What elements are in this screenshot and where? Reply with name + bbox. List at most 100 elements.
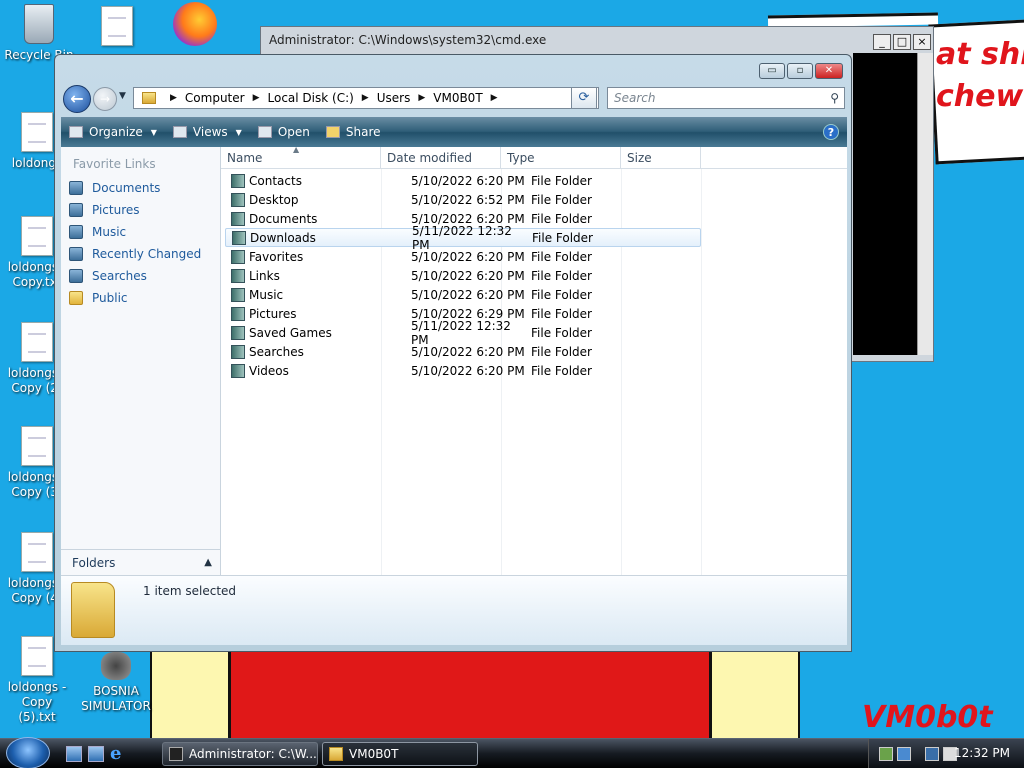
firefox-icon	[173, 2, 217, 46]
help-icon[interactable]: ?	[823, 124, 839, 140]
taskbar-button-explorer[interactable]: VM0B0T	[322, 742, 478, 766]
column-header-name[interactable]: ▲ Name	[221, 145, 381, 169]
folder-icon	[329, 747, 343, 761]
shortcut-icon	[101, 652, 131, 680]
breadcrumb-separator[interactable]: ▶	[491, 93, 498, 103]
device-icon[interactable]	[897, 747, 911, 761]
file-date: 5/10/2022 6:20 PM	[411, 249, 525, 264]
close-button[interactable]: ×	[913, 34, 931, 50]
text-file-icon	[21, 426, 53, 466]
breadcrumb-local-disk[interactable]: Local Disk (C:)	[268, 91, 354, 105]
table-row[interactable]: Desktop 5/10/2022 6:52 PM File Folder	[225, 190, 701, 209]
table-row[interactable]: Downloads 5/11/2022 12:32 PM File Folder	[225, 224, 701, 252]
nav-item-label: Pictures	[92, 203, 140, 217]
text-file-icon	[21, 216, 53, 256]
text-file-icon	[21, 636, 53, 676]
share-button[interactable]: Share	[318, 117, 389, 147]
nav-item-searches[interactable]: Searches	[69, 269, 147, 283]
arrow-left-icon: ←	[70, 89, 84, 108]
breadcrumb-separator[interactable]: ▶	[253, 93, 260, 103]
back-button[interactable]: ←	[63, 85, 91, 113]
network-status-icon[interactable]	[925, 747, 939, 761]
share-label: Share	[345, 125, 381, 139]
nav-item-public[interactable]: Public	[69, 291, 128, 305]
breadcrumb-users[interactable]: Users	[377, 91, 411, 105]
cmd-scrollbar[interactable]	[917, 53, 933, 355]
file-date: 5/10/2022 6:20 PM	[411, 287, 525, 302]
column-header-size[interactable]: Size	[621, 147, 701, 169]
table-row[interactable]: Saved Games 5/11/2022 12:32 PM File Folder	[225, 319, 701, 347]
switch-windows-icon[interactable]	[88, 746, 104, 762]
forward-button[interactable]: →	[93, 87, 117, 111]
clock[interactable]: 12:32 PM	[954, 746, 1010, 760]
breadcrumb-separator[interactable]: ▶	[170, 93, 177, 103]
refresh-icon: ⟳	[578, 90, 590, 105]
favorite-links-heading: Favorite Links	[73, 157, 156, 171]
show-desktop-icon[interactable]	[66, 746, 82, 762]
internet-explorer-icon[interactable]: e	[110, 743, 121, 764]
breadcrumb-separator[interactable]: ▶	[362, 93, 369, 103]
recent-pages-dropdown[interactable]: ▼	[119, 91, 126, 101]
details-pane: 1 item selected	[61, 575, 847, 645]
desktop-icon-bosnia-simulator[interactable]: BOSNIA SIMULATOR	[80, 652, 152, 714]
maximize-button[interactable]: □	[893, 34, 911, 50]
file-type: File Folder	[531, 192, 592, 207]
table-row[interactable]: Links 5/10/2022 6:20 PM File Folder	[225, 266, 701, 285]
breadcrumb-separator[interactable]: ▶	[418, 93, 425, 103]
maximize-button[interactable]: ▫	[787, 63, 813, 79]
minimize-button[interactable]: ▭	[759, 63, 785, 79]
column-header-date[interactable]: Date modified	[381, 147, 501, 169]
nav-item-documents[interactable]: Documents	[69, 181, 160, 195]
file-name: Contacts	[249, 173, 302, 188]
search-icon[interactable]: ⚲	[830, 88, 839, 108]
table-row[interactable]: Music 5/10/2022 6:20 PM File Folder	[225, 285, 701, 304]
views-button[interactable]: Views ▼	[165, 117, 250, 147]
sort-ascending-icon: ▲	[293, 145, 300, 154]
file-list[interactable]: ▲ Name Date modified Type Size Contacts 5/…	[221, 145, 847, 575]
wallpaper-shape	[150, 648, 230, 740]
folder-icon	[142, 92, 156, 104]
text-file-icon	[101, 6, 133, 46]
address-bar[interactable]: ▶ Computer ▶ Local Disk (C:) ▶ Users ▶ V…	[133, 87, 599, 109]
minimize-button[interactable]: _	[873, 34, 891, 50]
search-placeholder: Search	[614, 91, 656, 105]
folders-toggle[interactable]: Folders ▲	[61, 549, 220, 575]
nav-item-label: Recently Changed	[92, 247, 202, 261]
open-label: Open	[277, 125, 310, 139]
nav-item-label: Music	[92, 225, 127, 239]
text-file-icon	[21, 532, 53, 572]
open-button[interactable]: Open	[250, 117, 318, 147]
breadcrumb-user-folder[interactable]: VM0B0T	[433, 91, 482, 105]
column-header-type[interactable]: Type	[501, 147, 621, 169]
close-button[interactable]: ✕	[815, 63, 843, 79]
start-button[interactable]	[6, 737, 50, 768]
table-row[interactable]: Favorites 5/10/2022 6:20 PM File Folder	[225, 247, 701, 266]
search-input[interactable]: Search ⚲	[607, 87, 845, 109]
taskbar-button-cmd[interactable]: Administrator: C:\W...	[162, 742, 318, 766]
explorer-window[interactable]: ▭ ▫ ✕ ← → ▼ ▶ Computer ▶ Local Disk (C:)…	[54, 54, 852, 652]
nav-item-music[interactable]: Music	[69, 225, 126, 239]
navigation-pane: Favorite Links Documents Pictures Music …	[61, 147, 221, 575]
folders-label: Folders	[72, 556, 116, 570]
searches-icon	[69, 269, 83, 283]
nav-item-recently-changed[interactable]: Recently Changed	[69, 247, 201, 261]
column-header-label: Type	[507, 151, 535, 165]
file-type: File Folder	[531, 306, 592, 321]
desktop-icon-file[interactable]	[82, 6, 152, 50]
nav-item-pictures[interactable]: Pictures	[69, 203, 140, 217]
breadcrumb-computer[interactable]: Computer	[185, 91, 245, 105]
folder-icon	[71, 582, 115, 638]
table-row[interactable]: Videos 5/10/2022 6:20 PM File Folder	[225, 361, 701, 380]
refresh-button[interactable]: ⟳	[571, 87, 597, 109]
desktop-icon-firefox[interactable]	[160, 2, 230, 46]
organize-button[interactable]: Organize ▼	[61, 117, 165, 147]
column-headers: ▲ Name Date modified Type Size	[221, 145, 847, 169]
file-name: Desktop	[249, 192, 299, 207]
column-header-label: Size	[627, 151, 652, 165]
network-icon[interactable]	[879, 747, 893, 761]
table-row[interactable]: Searches 5/10/2022 6:20 PM File Folder	[225, 342, 701, 361]
window-controls: ▭ ▫ ✕	[759, 63, 843, 79]
table-row[interactable]: Contacts 5/10/2022 6:20 PM File Folder	[225, 171, 701, 190]
file-type: File Folder	[531, 363, 592, 378]
cmd-console[interactable]	[853, 53, 917, 355]
